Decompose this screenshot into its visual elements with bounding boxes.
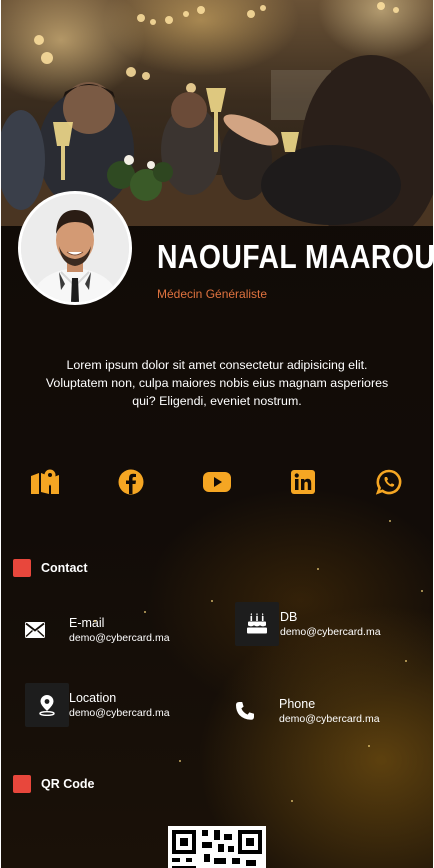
contact-section-heading: Contact bbox=[13, 559, 88, 577]
avatar bbox=[18, 191, 132, 305]
birthday-value: demo@cybercard.ma bbox=[280, 626, 381, 638]
youtube-icon bbox=[203, 472, 231, 492]
whatsapp-link[interactable] bbox=[373, 466, 405, 498]
profile-title: Médecin Généraliste bbox=[157, 287, 268, 301]
email-value: demo@cybercard.ma bbox=[69, 632, 170, 644]
youtube-link[interactable] bbox=[201, 466, 233, 498]
location-pin-icon bbox=[39, 695, 55, 716]
sparkle bbox=[144, 611, 146, 613]
sparkle bbox=[317, 568, 319, 570]
phone-icon-box bbox=[223, 689, 267, 733]
sparkle bbox=[368, 745, 370, 747]
sparkle bbox=[291, 800, 293, 802]
sparkle bbox=[94, 620, 96, 622]
contact-heading: Contact bbox=[41, 561, 88, 575]
sparkle bbox=[421, 590, 423, 592]
envelope-icon-box bbox=[13, 608, 57, 652]
map-icon bbox=[31, 469, 59, 494]
phone-label: Phone bbox=[279, 697, 316, 711]
phone-icon bbox=[236, 702, 254, 720]
email-label: E-mail bbox=[69, 616, 105, 630]
phone-value: demo@cybercard.ma bbox=[279, 713, 380, 725]
section-marker bbox=[13, 775, 31, 793]
location-icon-box bbox=[25, 683, 69, 727]
profile-name: NAOUFAL MAAROUF bbox=[157, 238, 433, 275]
qr-section-heading: QR Code bbox=[13, 775, 94, 793]
contact-phone[interactable]: Phone demo@cybercard.ma bbox=[223, 689, 380, 733]
linkedin-icon bbox=[291, 470, 315, 494]
location-label: Location bbox=[69, 691, 117, 705]
qr-heading: QR Code bbox=[41, 777, 95, 791]
avatar-portrait bbox=[21, 194, 129, 302]
social-links bbox=[1, 466, 433, 498]
qr-code-image bbox=[168, 826, 266, 868]
sparkle bbox=[179, 760, 181, 762]
envelope-icon bbox=[25, 622, 45, 638]
profile-bio: Lorem ipsum dolor sit amet consectetur a… bbox=[45, 358, 389, 408]
map-link[interactable] bbox=[29, 466, 61, 498]
contact-location[interactable]: Location demo@cybercard.ma bbox=[25, 683, 170, 727]
facebook-icon bbox=[118, 469, 144, 495]
whatsapp-icon bbox=[376, 469, 402, 495]
sparkle bbox=[211, 600, 213, 602]
location-value: demo@cybercard.ma bbox=[69, 707, 170, 719]
section-marker bbox=[13, 559, 31, 577]
sparkle bbox=[405, 660, 407, 662]
sparkle bbox=[389, 520, 391, 522]
qr-code bbox=[168, 826, 266, 868]
birthday-label: DB bbox=[280, 610, 298, 624]
birthday-cake-icon bbox=[247, 613, 267, 634]
contact-birthday: DB demo@cybercard.ma bbox=[235, 602, 381, 646]
facebook-link[interactable] bbox=[115, 466, 147, 498]
cake-icon-box bbox=[235, 602, 279, 646]
linkedin-link[interactable] bbox=[287, 466, 319, 498]
contact-email[interactable]: E-mail demo@cybercard.ma bbox=[13, 608, 170, 652]
business-card: NAOUFAL MAAROUF Médecin Généraliste Lore… bbox=[1, 0, 433, 868]
